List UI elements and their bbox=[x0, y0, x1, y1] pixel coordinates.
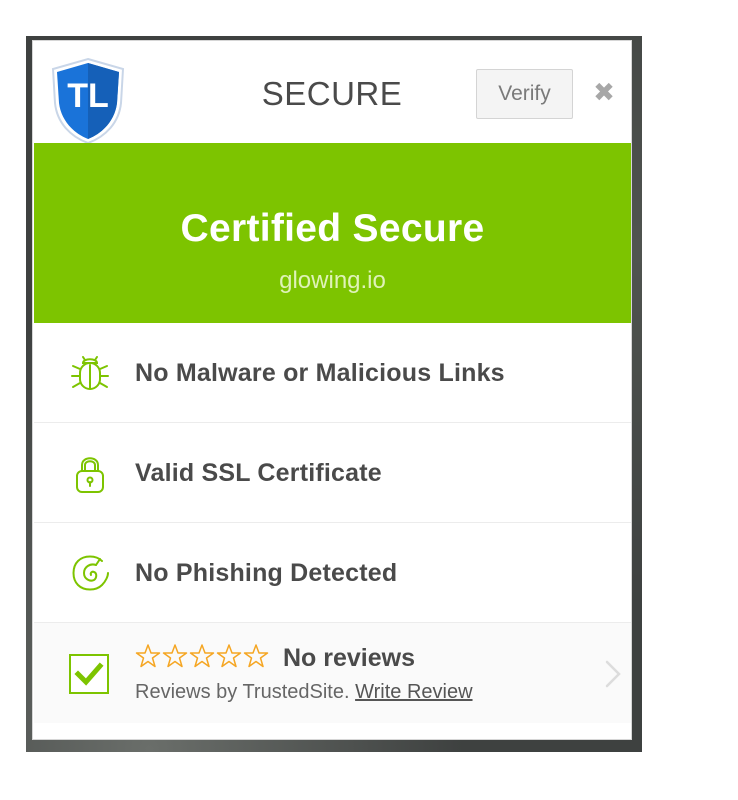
verify-button[interactable]: Verify bbox=[476, 69, 573, 119]
site-domain: glowing.io bbox=[279, 267, 386, 294]
popup-header: TL SECURE Verify ✖ bbox=[33, 41, 631, 145]
star-icon bbox=[243, 644, 269, 668]
star-icon bbox=[216, 644, 242, 668]
check-label-malware: No Malware or Malicious Links bbox=[135, 359, 505, 387]
certified-banner: Certified Secure glowing.io bbox=[34, 143, 631, 323]
checkbox-check-icon bbox=[69, 654, 109, 694]
check-row-malware: No Malware or Malicious Links bbox=[34, 323, 631, 423]
reviews-row[interactable]: No reviews Reviews by TrustedSite. Write… bbox=[34, 623, 631, 723]
check-row-ssl: Valid SSL Certificate bbox=[34, 423, 631, 523]
write-review-link[interactable]: Write Review bbox=[355, 681, 472, 703]
star-icon bbox=[189, 644, 215, 668]
check-label-ssl: Valid SSL Certificate bbox=[135, 459, 382, 487]
trust-popup: TL SECURE Verify ✖ Certified Secure glow… bbox=[32, 40, 632, 740]
check-row-phishing: No Phishing Detected bbox=[34, 523, 631, 623]
star-icon bbox=[162, 644, 188, 668]
check-label-phishing: No Phishing Detected bbox=[135, 559, 398, 587]
reviews-by-text: Reviews by TrustedSite. bbox=[135, 681, 350, 703]
reviews-count-label: No reviews bbox=[283, 644, 416, 672]
rating-stars bbox=[135, 643, 269, 673]
lock-icon bbox=[76, 457, 104, 493]
phishing-hook-icon bbox=[72, 555, 109, 591]
certified-title: Certified Secure bbox=[180, 207, 485, 250]
reviews-attribution: Reviews by TrustedSite. Write Review bbox=[135, 681, 473, 704]
close-icon[interactable]: ✖ bbox=[591, 77, 617, 107]
chevron-right-icon[interactable] bbox=[604, 659, 622, 689]
star-icon bbox=[135, 644, 161, 668]
bug-icon bbox=[71, 356, 109, 390]
